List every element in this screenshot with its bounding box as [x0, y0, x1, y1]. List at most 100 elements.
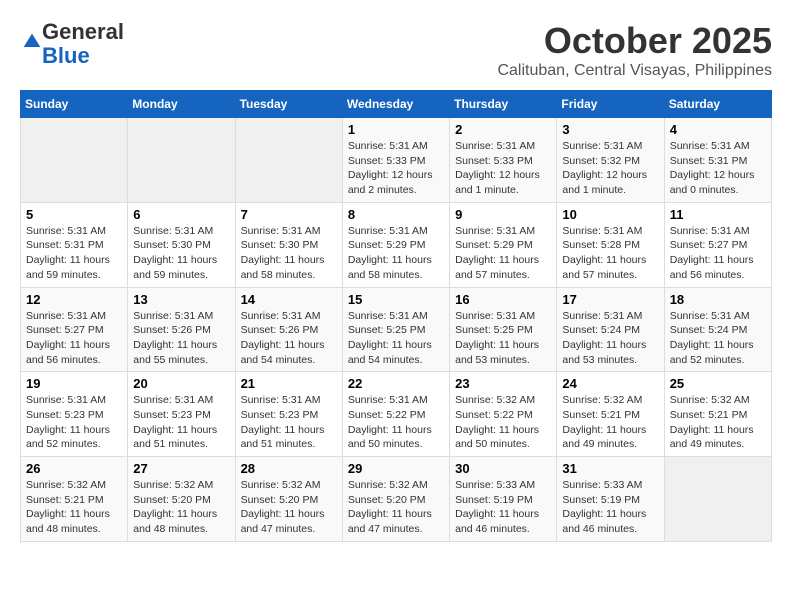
- calendar-cell: 14Sunrise: 5:31 AMSunset: 5:26 PMDayligh…: [235, 287, 342, 372]
- calendar-cell: 10 Sunrise: 5:31 AMSunset: 5:28 PMDayligh…: [557, 202, 664, 287]
- day-info: Sunrise: 5:32 AMSunset: 5:21 PMDaylight:…: [562, 393, 658, 452]
- day-number: 3: [562, 122, 658, 137]
- day-info: Sunrise: 5:31 AMSunset: 5:32 PMDaylight:…: [562, 139, 658, 198]
- day-info: Sunrise: 5:33 AMSunset: 5:19 PMDaylight:…: [455, 478, 551, 537]
- day-number: 15: [348, 292, 444, 307]
- day-number: 1: [348, 122, 444, 137]
- day-info: Sunrise: 5:31 AMSunset: 5:25 PMDaylight:…: [455, 309, 551, 368]
- calendar-cell: 24Sunrise: 5:32 AMSunset: 5:21 PMDayligh…: [557, 372, 664, 457]
- calendar-cell: 23Sunrise: 5:32 AMSunset: 5:22 PMDayligh…: [450, 372, 557, 457]
- day-number: 9: [455, 207, 551, 222]
- logo-blue-text: Blue: [42, 43, 90, 68]
- calendar-cell: 20 Sunrise: 5:31 AMSunset: 5:23 PMDayligh…: [128, 372, 235, 457]
- header-monday: Monday: [128, 91, 235, 118]
- calendar-cell: 4 Sunrise: 5:31 AMSunset: 5:31 PMDaylight…: [664, 118, 771, 203]
- calendar-cell: 5 Sunrise: 5:31 AMSunset: 5:31 PMDaylight…: [21, 202, 128, 287]
- day-info: Sunrise: 5:31 AMSunset: 5:29 PMDaylight:…: [455, 224, 551, 283]
- title-block: October 2025 Calituban, Central Visayas,…: [497, 20, 772, 80]
- day-info: Sunrise: 5:33 AMSunset: 5:19 PMDaylight:…: [562, 478, 658, 537]
- day-number: 22: [348, 376, 444, 391]
- day-info: Sunrise: 5:31 AMSunset: 5:33 PMDaylight:…: [348, 139, 444, 198]
- calendar-cell: 2 Sunrise: 5:31 AMSunset: 5:33 PMDaylight…: [450, 118, 557, 203]
- calendar-cell: 18 Sunrise: 5:31 AMSunset: 5:24 PMDayligh…: [664, 287, 771, 372]
- day-info: Sunrise: 5:31 AMSunset: 5:31 PMDaylight:…: [670, 139, 766, 198]
- logo-general-text: General: [42, 19, 124, 44]
- day-info: Sunrise: 5:32 AMSunset: 5:20 PMDaylight:…: [348, 478, 444, 537]
- month-title: October 2025: [497, 20, 772, 62]
- day-info: Sunrise: 5:31 AMSunset: 5:22 PMDaylight:…: [348, 393, 444, 452]
- day-info: Sunrise: 5:31 AMSunset: 5:30 PMDaylight:…: [241, 224, 337, 283]
- calendar-table: SundayMondayTuesdayWednesdayThursdayFrid…: [20, 90, 772, 542]
- calendar-cell: 27 Sunrise: 5:32 AMSunset: 5:20 PMDayligh…: [128, 457, 235, 542]
- calendar-cell: 13 Sunrise: 5:31 AMSunset: 5:26 PMDayligh…: [128, 287, 235, 372]
- day-info: Sunrise: 5:31 AMSunset: 5:28 PMDaylight:…: [562, 224, 658, 283]
- calendar-cell: 26 Sunrise: 5:32 AMSunset: 5:21 PMDayligh…: [21, 457, 128, 542]
- day-info: Sunrise: 5:31 AMSunset: 5:24 PMDaylight:…: [670, 309, 766, 368]
- calendar-cell: 17Sunrise: 5:31 AMSunset: 5:24 PMDayligh…: [557, 287, 664, 372]
- day-number: 27: [133, 461, 229, 476]
- day-info: Sunrise: 5:31 AMSunset: 5:27 PMDaylight:…: [670, 224, 766, 283]
- day-number: 18: [670, 292, 766, 307]
- day-info: Sunrise: 5:31 AMSunset: 5:23 PMDaylight:…: [133, 393, 229, 452]
- day-info: Sunrise: 5:31 AMSunset: 5:31 PMDaylight:…: [26, 224, 122, 283]
- day-info: Sunrise: 5:31 AMSunset: 5:27 PMDaylight:…: [26, 309, 122, 368]
- day-number: 5: [26, 207, 122, 222]
- calendar-week-row: 26 Sunrise: 5:32 AMSunset: 5:21 PMDayligh…: [21, 457, 772, 542]
- header-wednesday: Wednesday: [342, 91, 449, 118]
- calendar-cell: 31 Sunrise: 5:33 AMSunset: 5:19 PMDayligh…: [557, 457, 664, 542]
- day-number: 2: [455, 122, 551, 137]
- day-info: Sunrise: 5:31 AMSunset: 5:26 PMDaylight:…: [133, 309, 229, 368]
- calendar-cell: 9 Sunrise: 5:31 AMSunset: 5:29 PMDaylight…: [450, 202, 557, 287]
- day-number: 8: [348, 207, 444, 222]
- location-title: Calituban, Central Visayas, Philippines: [497, 62, 772, 80]
- day-info: Sunrise: 5:31 AMSunset: 5:33 PMDaylight:…: [455, 139, 551, 198]
- calendar-cell: 16 Sunrise: 5:31 AMSunset: 5:25 PMDayligh…: [450, 287, 557, 372]
- day-number: 31: [562, 461, 658, 476]
- header-tuesday: Tuesday: [235, 91, 342, 118]
- day-number: 6: [133, 207, 229, 222]
- calendar-cell: 29 Sunrise: 5:32 AMSunset: 5:20 PMDayligh…: [342, 457, 449, 542]
- calendar-week-row: 5 Sunrise: 5:31 AMSunset: 5:31 PMDaylight…: [21, 202, 772, 287]
- calendar-cell: 11 Sunrise: 5:31 AMSunset: 5:27 PMDayligh…: [664, 202, 771, 287]
- header-saturday: Saturday: [664, 91, 771, 118]
- day-number: 11: [670, 207, 766, 222]
- day-number: 12: [26, 292, 122, 307]
- day-number: 26: [26, 461, 122, 476]
- day-number: 17: [562, 292, 658, 307]
- calendar-cell: 21Sunrise: 5:31 AMSunset: 5:23 PMDayligh…: [235, 372, 342, 457]
- calendar-cell: [664, 457, 771, 542]
- calendar-week-row: 19Sunrise: 5:31 AMSunset: 5:23 PMDayligh…: [21, 372, 772, 457]
- day-info: Sunrise: 5:31 AMSunset: 5:30 PMDaylight:…: [133, 224, 229, 283]
- day-info: Sunrise: 5:32 AMSunset: 5:21 PMDaylight:…: [670, 393, 766, 452]
- day-number: 28: [241, 461, 337, 476]
- day-number: 20: [133, 376, 229, 391]
- calendar-cell: [21, 118, 128, 203]
- calendar-cell: 30Sunrise: 5:33 AMSunset: 5:19 PMDayligh…: [450, 457, 557, 542]
- header-sunday: Sunday: [21, 91, 128, 118]
- calendar-cell: 8 Sunrise: 5:31 AMSunset: 5:29 PMDaylight…: [342, 202, 449, 287]
- day-info: Sunrise: 5:31 AMSunset: 5:23 PMDaylight:…: [241, 393, 337, 452]
- day-number: 4: [670, 122, 766, 137]
- calendar-cell: 15Sunrise: 5:31 AMSunset: 5:25 PMDayligh…: [342, 287, 449, 372]
- day-number: 25: [670, 376, 766, 391]
- calendar-cell: 22 Sunrise: 5:31 AMSunset: 5:22 PMDayligh…: [342, 372, 449, 457]
- day-info: Sunrise: 5:31 AMSunset: 5:23 PMDaylight:…: [26, 393, 122, 452]
- day-number: 23: [455, 376, 551, 391]
- logo-icon: [22, 32, 42, 52]
- day-info: Sunrise: 5:31 AMSunset: 5:29 PMDaylight:…: [348, 224, 444, 283]
- day-number: 29: [348, 461, 444, 476]
- day-number: 10: [562, 207, 658, 222]
- day-number: 16: [455, 292, 551, 307]
- day-info: Sunrise: 5:31 AMSunset: 5:26 PMDaylight:…: [241, 309, 337, 368]
- calendar-cell: 7Sunrise: 5:31 AMSunset: 5:30 PMDaylight…: [235, 202, 342, 287]
- header-friday: Friday: [557, 91, 664, 118]
- day-info: Sunrise: 5:32 AMSunset: 5:21 PMDaylight:…: [26, 478, 122, 537]
- calendar-header-row: SundayMondayTuesdayWednesdayThursdayFrid…: [21, 91, 772, 118]
- calendar-week-row: 12 Sunrise: 5:31 AMSunset: 5:27 PMDayligh…: [21, 287, 772, 372]
- calendar-cell: [235, 118, 342, 203]
- header-thursday: Thursday: [450, 91, 557, 118]
- day-number: 13: [133, 292, 229, 307]
- day-info: Sunrise: 5:32 AMSunset: 5:20 PMDaylight:…: [133, 478, 229, 537]
- calendar-cell: 3 Sunrise: 5:31 AMSunset: 5:32 PMDaylight…: [557, 118, 664, 203]
- calendar-cell: 28Sunrise: 5:32 AMSunset: 5:20 PMDayligh…: [235, 457, 342, 542]
